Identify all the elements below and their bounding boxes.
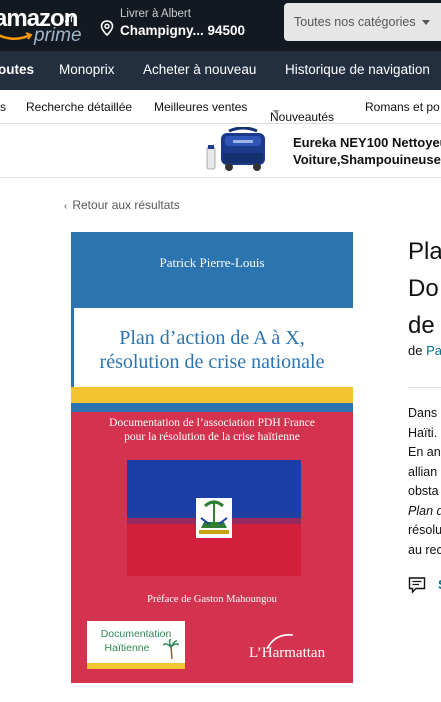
caret-down-icon (273, 110, 279, 114)
search-category-dropdown[interactable]: Toutes nos catégories (284, 3, 441, 41)
new-releases-label: Nouveautés (270, 110, 335, 124)
product-title-line1: Pla (408, 238, 441, 265)
byline: de Pa (408, 343, 441, 358)
smile-arrow-icon (0, 32, 33, 40)
book-cover-image[interactable]: Patrick Pierre-Louis Plan d’action de A … (71, 232, 353, 683)
collection-line2: Haïtienne (104, 642, 150, 654)
back-to-results-link[interactable]: ‹ Retour aux résultats (64, 198, 180, 212)
cover-title-line1: Plan d’action de A à X, (119, 327, 305, 349)
collection-badge: Documentation Haïtienne (87, 621, 185, 669)
description-line: au rec (408, 542, 441, 557)
logo-prime-text: prime (34, 25, 82, 46)
carpet-cleaner-product-image (206, 127, 265, 171)
product-title-line3: de (408, 312, 435, 339)
deliver-to-label: Livrer à Albert (120, 8, 191, 20)
logo-tld: .fr (64, 13, 74, 25)
byline-prefix: de (408, 343, 423, 358)
amazon-prime-logo[interactable]: amazon .fr prime (0, 5, 84, 46)
cover-author: Patrick Pierre-Louis (159, 255, 265, 270)
comment-icon (408, 577, 426, 594)
search-category-label: Toutes nos catégories (294, 15, 416, 29)
cover-title-line2: résolution de crise nationale (99, 351, 325, 373)
description-line: résolu (408, 523, 441, 537)
nav-item-all[interactable]: outes (0, 62, 34, 77)
ad-title-line2: Voiture,Shampouineuse (293, 152, 441, 167)
cover-subtitle: Documentation de l’association PDH Franc… (79, 416, 345, 444)
secondary-nav: outes Monoprix Acheter à nouveau Histori… (0, 51, 441, 90)
cover-blue-stripe (71, 403, 353, 412)
cover-subtitle-line2: pour la résolution de la crise haïtienne (124, 431, 300, 443)
back-to-results-label: Retour aux résultats (72, 198, 180, 212)
top-nav-bar: amazon .fr prime Livrer à Albert Champig… (0, 0, 441, 51)
description-line: Dans (408, 406, 438, 420)
description-line: Haïti. (408, 425, 438, 440)
haiti-flag-icon (127, 460, 301, 576)
nav-item-monoprix[interactable]: Monoprix (59, 62, 115, 77)
product-description: Dans Haïti. En an allian obsta Plan d ré… (408, 404, 441, 560)
product-title: Pla Do de (408, 233, 441, 344)
category-nav-item[interactable]: s (0, 100, 6, 114)
author-link[interactable]: Pa (426, 343, 441, 358)
cover-publisher: L’Harmattan (249, 645, 326, 661)
delivery-location: Champigny... 94500 (120, 23, 246, 38)
ad-title-line1: Eureka NEY100 Nettoyeu (293, 135, 441, 150)
category-nav-best-sellers[interactable]: Meilleures ventes (154, 100, 247, 114)
cover-preface: Préface de Gaston Mahoungou (147, 594, 277, 605)
nav-item-browsing-history[interactable]: Historique de navigation (285, 62, 430, 77)
description-line: allian (408, 464, 438, 479)
product-title-line2: Do (408, 275, 439, 302)
category-nav-advanced-search[interactable]: Recherche détaillée (26, 100, 132, 114)
description-line: En an (408, 445, 441, 459)
divider (408, 387, 441, 388)
description-line: obsta (408, 484, 439, 498)
cover-subtitle-line1: Documentation de l’association PDH Franc… (109, 417, 315, 429)
caret-down-icon (421, 20, 430, 26)
category-nav-novels[interactable]: Romans et po (365, 100, 440, 114)
palm-tree-icon (163, 639, 179, 659)
sponsored-ad-banner[interactable]: Eureka NEY100 Nettoyeu Voiture,Shampouin… (0, 124, 441, 178)
chevron-left-icon: ‹ (64, 201, 68, 212)
location-pin-icon (100, 20, 114, 36)
cover-yellow-stripe (71, 387, 353, 403)
cover-title: Plan d’action de A à X, résolution de cr… (71, 326, 353, 374)
nav-item-buy-again[interactable]: Acheter à nouveau (143, 62, 256, 77)
description-line: Plan d (408, 503, 441, 518)
category-nav: s Recherche détaillée Meilleures ventes … (0, 90, 441, 124)
